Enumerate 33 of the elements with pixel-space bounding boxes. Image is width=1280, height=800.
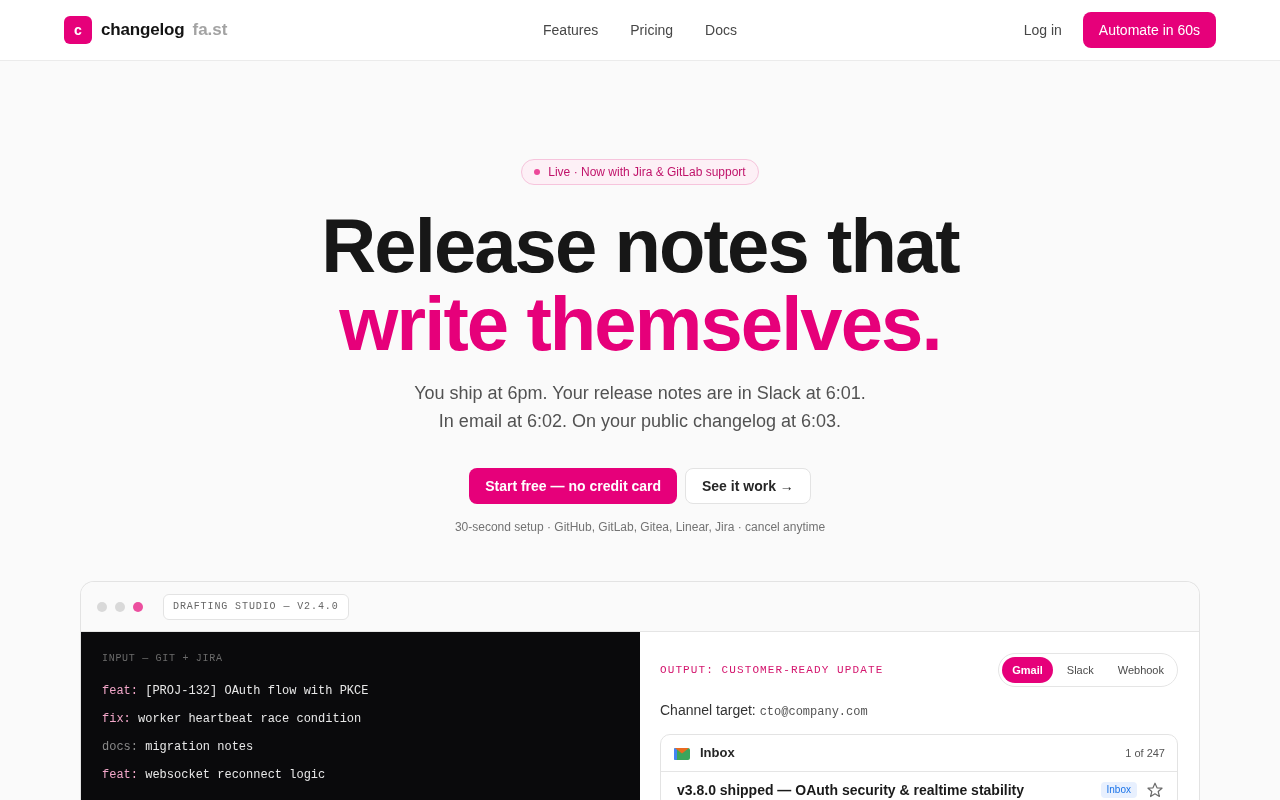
brand-name: changelog xyxy=(101,19,185,42)
channel-tab[interactable]: Webhook xyxy=(1107,657,1174,683)
status-dot-icon xyxy=(534,169,541,175)
commit-line: feat: [PROJ-132] OAuth flow with PKCE xyxy=(102,683,370,700)
nav-link[interactable]: Docs xyxy=(705,19,737,41)
commit-line: docs: migration notes xyxy=(102,739,255,756)
automate-button[interactable]: Automate in 60s xyxy=(1082,12,1216,48)
start-free-button[interactable]: Start free — no credit card xyxy=(469,468,677,504)
hero-subtitle: You ship at 6pm. Your release notes are in Slack at 6:01. In email at 6:02. On your public changelog at 6:03. xyxy=(413,382,867,433)
setup-note: 30-second setup · GitHub, GitLab, Gitea, Linear, Jira · cancel anytime xyxy=(453,519,827,535)
nav-link[interactable]: Features xyxy=(543,19,599,41)
email-subject[interactable]: v3.8.0 shipped — OAuth security & realtime stability xyxy=(677,780,1024,800)
channel-tab[interactable]: Gmail xyxy=(1002,657,1053,683)
inbox-title: Inbox xyxy=(700,744,735,763)
see-it-work-button[interactable]: See it work → xyxy=(685,468,811,504)
message-count: 1 of 247 xyxy=(1125,745,1165,761)
commit-line: fix: worker heartbeat race condition xyxy=(102,711,363,728)
hero-headline: Release notes that write themselves. xyxy=(320,207,961,363)
envelope-icon xyxy=(674,746,690,760)
login-link[interactable]: Log in xyxy=(1023,19,1062,41)
announcement-text: Live · Now with Jira & GitLab support xyxy=(548,164,746,181)
output-label: OUTPUT: CUSTOMER-READY UPDATE xyxy=(660,662,884,678)
logo-mark[interactable]: c xyxy=(64,16,92,44)
star-icon[interactable] xyxy=(1147,782,1163,798)
brand-domain: fa.st xyxy=(192,19,228,42)
nav-link[interactable]: Pricing xyxy=(630,19,674,41)
studio-title: DRAFTING STUDIO — V2.4.0 xyxy=(163,593,349,620)
channel-tab[interactable]: Slack xyxy=(1056,657,1104,683)
channel-target: Channel target: cto@company.com xyxy=(660,701,869,721)
input-label: INPUT — GIT + JIRA xyxy=(102,652,224,666)
window-controls-icon xyxy=(97,601,143,612)
commit-line: feat: websocket reconnect logic xyxy=(102,767,327,784)
inbox-tag: Inbox xyxy=(1100,782,1137,798)
